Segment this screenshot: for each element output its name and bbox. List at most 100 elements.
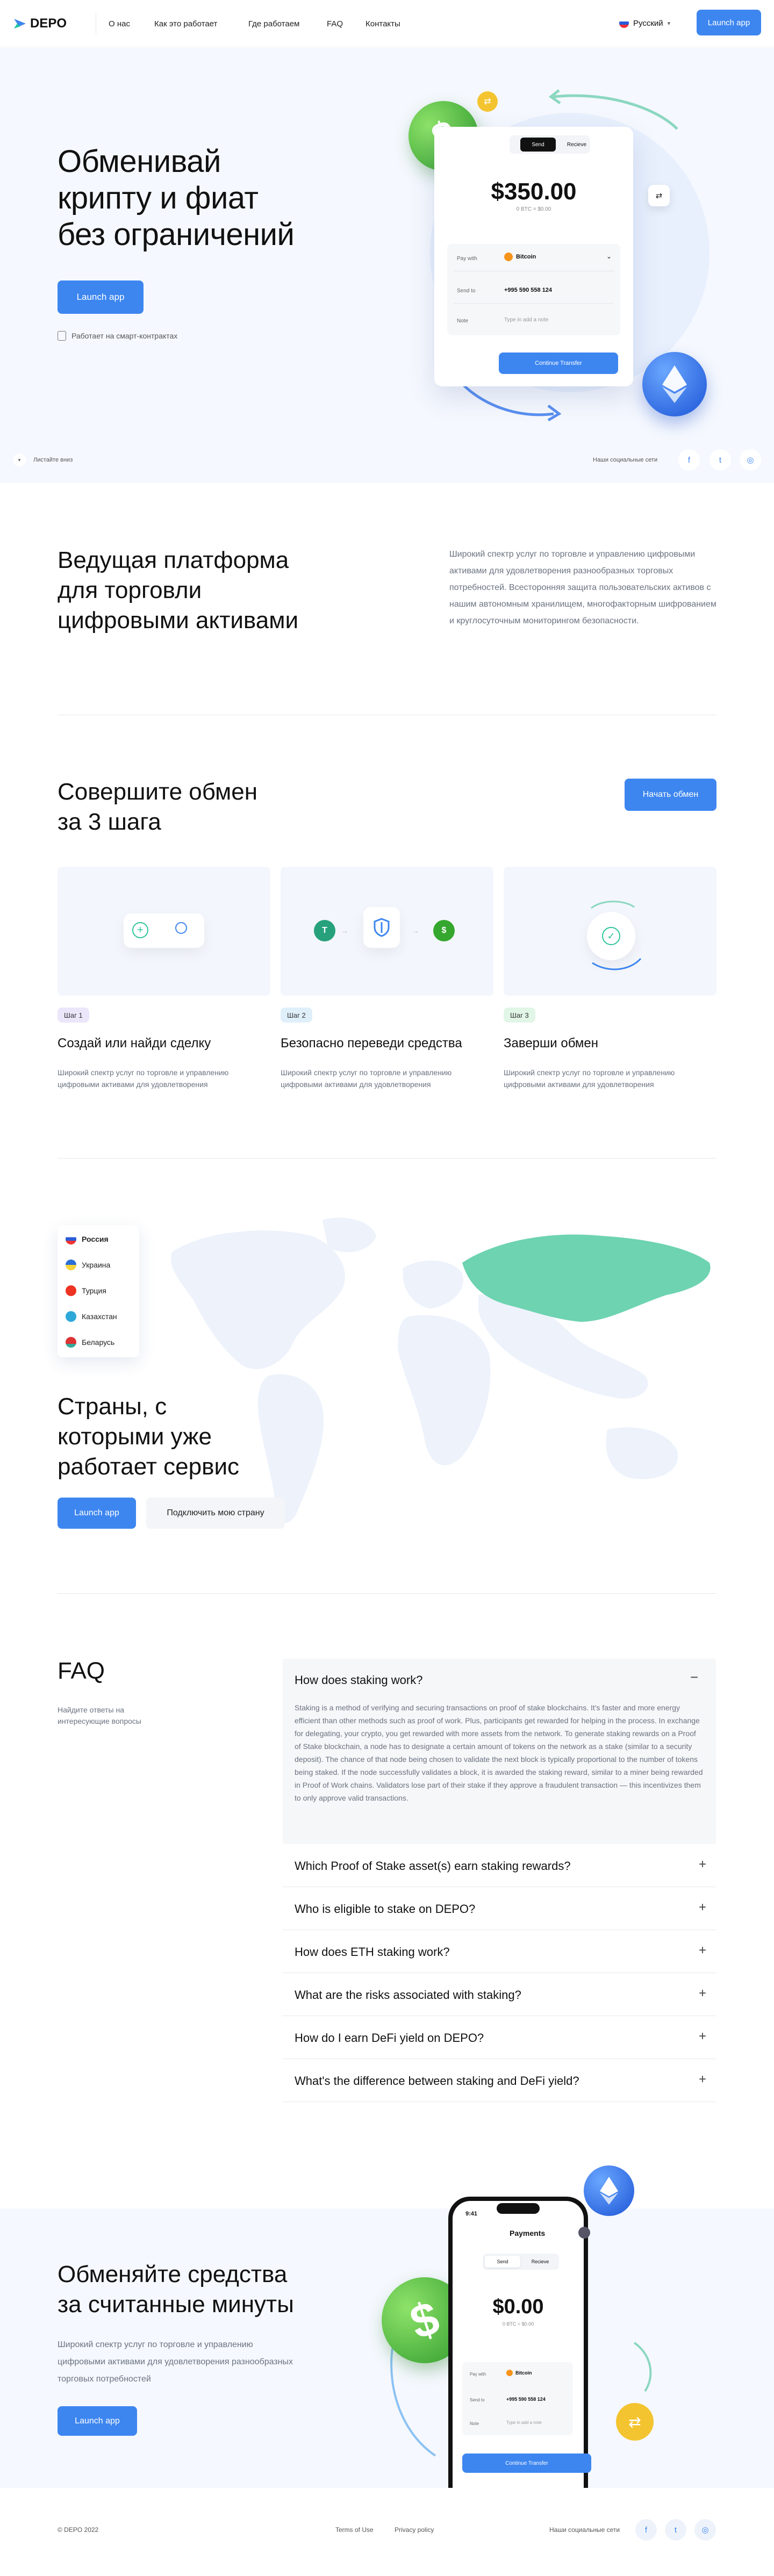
hero-note: Работает на смарт-контрактах (58, 331, 177, 341)
chevron-down-icon: ▾ (667, 20, 671, 27)
tether-icon: T (314, 920, 335, 941)
document-icon (58, 331, 66, 341)
phone-note-label: Note (470, 2421, 479, 2426)
nav-where-we-work[interactable]: Где работаем (248, 19, 299, 28)
plus-icon: + (132, 922, 148, 938)
russia-flag-icon (66, 1234, 76, 1244)
faq-item[interactable]: Who is eligible to stake on DEPO? + (283, 1887, 716, 1930)
country-item-kazakhstan[interactable]: Казахстан (66, 1311, 117, 1322)
phone-notch (497, 2203, 540, 2214)
ukraine-flag-icon (66, 1260, 76, 1270)
faq-item[interactable]: What's the difference between staking an… (283, 2059, 716, 2102)
pay-with-select[interactable]: Bitcoin (504, 253, 536, 261)
belarus-flag-icon (66, 1337, 76, 1348)
cta-launch-button[interactable]: Launch app (58, 2406, 137, 2436)
pay-with-label: Pay with (457, 256, 477, 262)
turkey-flag-icon (66, 1285, 76, 1296)
nav-faq[interactable]: FAQ (327, 19, 343, 28)
faq-open-answer: Staking is a method of verifying and sec… (295, 1703, 703, 1802)
plus-icon: + (698, 2072, 706, 2086)
country-item-russia[interactable]: Россия (66, 1234, 109, 1244)
swap-button[interactable]: ⇄ (648, 185, 670, 206)
world-map (171, 1218, 711, 1523)
tab-send[interactable]: Send (520, 138, 556, 152)
footer-copyright: © DEPO 2022 (58, 2526, 99, 2534)
bitcoin-icon (504, 253, 513, 261)
swap-arrows-icon: ⇄ (655, 191, 663, 200)
continue-transfer-button[interactable]: Continue Transfer (499, 352, 618, 374)
footer-terms-link[interactable]: Terms of Use (335, 2526, 374, 2534)
twitter-icon[interactable]: t (710, 449, 731, 471)
cycle-arrows-icon (591, 901, 642, 970)
phone-pay-label: Pay with (470, 2372, 486, 2377)
plus-icon: + (698, 1986, 706, 2001)
phone-amount-sub: 0 BTC = $0.00 (502, 2321, 534, 2327)
panel-divider-2 (454, 303, 614, 304)
step-1-title: Создай или найди сделку (58, 1036, 211, 1050)
start-exchange-button[interactable]: Начать обмен (625, 779, 716, 811)
steps-title: Совершите обмен за 3 шага (58, 779, 258, 835)
phone-tab-send[interactable]: Send (485, 2256, 520, 2268)
phone-tab-recieve[interactable]: Recieve (522, 2256, 558, 2268)
phone-amount: $0.00 (492, 2296, 544, 2318)
cta-text: Широкий спектр услуг по торговле и управ… (58, 2340, 293, 2384)
country-item-belarus[interactable]: Беларусь (66, 1337, 114, 1348)
nav-how-it-works[interactable]: Как это работает (154, 19, 217, 28)
phone-note-input[interactable]: Type in add a note (506, 2420, 542, 2425)
plus-icon: + (698, 2029, 706, 2043)
footer-privacy-link[interactable]: Privacy policy (395, 2526, 434, 2534)
scroll-hint[interactable]: ▾ Листайте вниз (13, 454, 73, 466)
countries-launch-button[interactable]: Launch app (58, 1498, 136, 1529)
nav-about[interactable]: О нас (109, 19, 130, 28)
faq-subtitle: Найдите ответы на интересующие вопросы (58, 1706, 141, 1725)
logo[interactable]: DEPO (13, 16, 67, 31)
hero-launch-button[interactable]: Launch app (58, 280, 144, 314)
hero-title: Обменивай крипту и фиат без ограничений (58, 144, 295, 252)
country-item-ukraine[interactable]: Украина (66, 1260, 110, 1270)
instagram-icon[interactable]: ◎ (740, 449, 761, 471)
footer-social-label: Наши социальные сети (549, 2526, 620, 2534)
connect-country-button[interactable]: Подключить мою страну (146, 1498, 285, 1529)
facebook-icon[interactable]: f (635, 2519, 657, 2541)
note-label: Note (457, 318, 469, 324)
plus-icon: + (698, 1900, 706, 1915)
country-item-turkey[interactable]: Турция (66, 1285, 106, 1296)
instagram-icon[interactable]: ◎ (694, 2519, 716, 2541)
eth-coin-icon (642, 352, 707, 416)
avatar[interactable] (578, 2227, 590, 2239)
dollar-icon: $ (433, 920, 455, 941)
language-select[interactable]: Русский ▾ (619, 18, 670, 28)
twitter-icon[interactable]: t (665, 2519, 686, 2541)
step-2-badge: Шаг 2 (281, 1008, 312, 1023)
step-3-badge: Шаг 3 (504, 1008, 535, 1023)
plus-icon: + (698, 1943, 706, 1958)
step-1-text: Широкий спектр услуг по торговле и управ… (58, 1068, 229, 1089)
nav-contacts[interactable]: Контакты (366, 19, 400, 28)
phone-continue-button[interactable]: Continue Transfer (462, 2453, 591, 2473)
logo-text: DEPO (30, 16, 67, 31)
faq-title: FAQ (58, 1658, 105, 1684)
faq-item[interactable]: How does ETH staking work? + (283, 1930, 716, 1973)
faq-item[interactable]: How do I earn DeFi yield on DEPO? + (283, 2016, 716, 2059)
step-2-arrow-left: → (341, 926, 348, 935)
faq-item[interactable]: Which Proof of Stake asset(s) earn staki… (283, 1844, 716, 1887)
phone-send-label: Send to (470, 2398, 485, 2402)
plus-icon: + (698, 1857, 706, 1872)
chevron-down-icon: ⌄ (606, 253, 612, 260)
phone-time: 9:41 (465, 2211, 478, 2217)
card-amount: $350.00 (491, 178, 577, 205)
small-coin-icon: ⇄ (477, 91, 498, 112)
minus-icon[interactable]: − (690, 1669, 698, 1686)
faq-item[interactable]: What are the risks associated with staki… (283, 1973, 716, 2016)
send-to-value[interactable]: +995 590 558 124 (504, 287, 552, 293)
countries-title: Страны, с которыми уже работает сервис (58, 1393, 240, 1480)
facebook-icon[interactable]: f (678, 449, 700, 471)
phone-pay-select[interactable]: Bitcoin (506, 2370, 532, 2376)
note-input[interactable]: Type in add a note (504, 317, 548, 323)
phone-send-value[interactable]: +995 590 558 124 (506, 2397, 546, 2402)
faq-open-question[interactable]: How does staking work? (295, 1673, 422, 1687)
header-launch-button[interactable]: Launch app (697, 10, 761, 35)
tab-recieve[interactable]: Recieve (559, 138, 594, 152)
section-divider (58, 1158, 716, 1159)
about-title: Ведущая платформа для торговли цифровыми а… (58, 547, 299, 634)
